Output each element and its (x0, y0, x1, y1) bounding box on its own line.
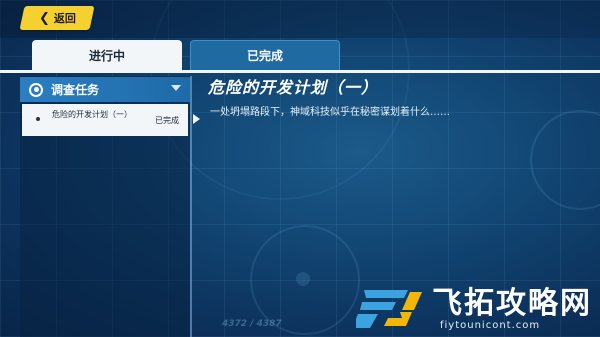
back-button[interactable]: ❮ 返回 (19, 6, 95, 30)
tab-underline (0, 70, 600, 73)
category-label: 调查任务 (51, 83, 100, 97)
quest-status: 已完成 (155, 116, 179, 125)
quest-item-title: 危险的开发计划（一） (52, 110, 132, 119)
selection-pointer-icon (193, 114, 200, 124)
quest-detail-description: 一处坍塌路段下，神域科技似乎在秘密谋划着什么…… (210, 107, 450, 118)
category-header-investigation[interactable]: 调查任务 (20, 77, 190, 102)
dropdown-arrow-icon (171, 85, 181, 91)
back-label: 返回 (53, 12, 76, 25)
watermark-url: fiytounicont.com (440, 320, 541, 331)
tab-in-progress[interactable]: 进行中 (32, 40, 182, 70)
watermark-logo (356, 290, 422, 328)
bullet-icon (36, 117, 40, 121)
target-icon (29, 82, 43, 97)
quest-detail-title: 危险的开发计划（一） (208, 78, 379, 97)
quest-list-item[interactable]: 危险的开发计划（一） 已完成 (22, 104, 188, 136)
tab-completed[interactable]: 已完成 (190, 40, 340, 70)
watermark-site-name: 飞拓攻略网 (432, 286, 592, 321)
background-counter: 4372 / 4387 (222, 319, 282, 329)
chevron-left-icon: ❮ (38, 10, 50, 26)
background-dot (296, 272, 310, 286)
sidebar-divider (190, 76, 192, 337)
